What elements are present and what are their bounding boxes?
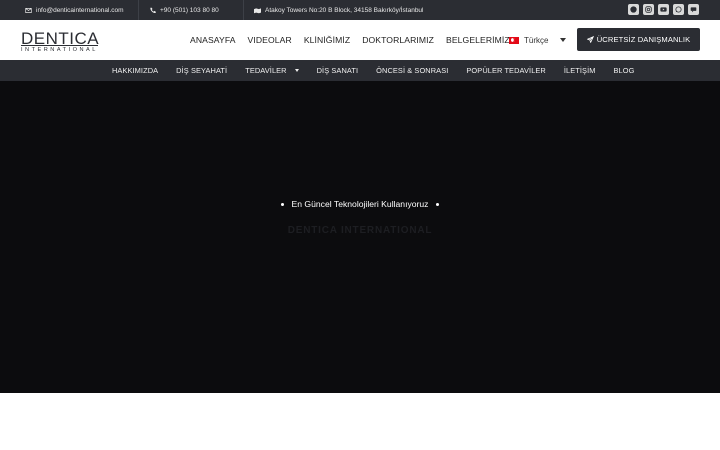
subnav-item-populer-tedaviler[interactable]: POPÜLER TEDAVİLER: [466, 66, 545, 75]
site-logo[interactable]: DENTICA INTERNATIONAL: [21, 30, 99, 53]
divider: [138, 0, 139, 20]
nav-item-videolar[interactable]: VIDEOLAR: [248, 35, 292, 45]
nav-item-anasayfa[interactable]: ANASAYFA: [190, 35, 236, 45]
language-label: Türkçe: [524, 35, 549, 45]
whatsapp-link[interactable]: [673, 4, 684, 15]
nav-item-klinigimiz[interactable]: KLİNİĞİMİZ: [304, 35, 350, 45]
free-consultation-button[interactable]: ÜCRETSİZ DANIŞMANLIK: [577, 28, 700, 51]
cta-label: ÜCRETSİZ DANIŞMANLIK: [596, 35, 691, 44]
chevron-down-icon: [560, 38, 567, 42]
chevron-down-icon: [294, 69, 299, 72]
hero-section: En Güncel Teknolojileri Kullanıyoruz DEN…: [0, 81, 720, 393]
bullet-dot: [280, 202, 284, 206]
whatsapp-icon: [675, 6, 682, 13]
hero-tagline: En Güncel Teknolojileri Kullanıyoruz: [0, 199, 720, 209]
address-text: Atakoy Towers No:20 B Block, 34158 Bakır…: [265, 6, 424, 14]
map-icon: [254, 7, 261, 13]
subnav-item-iletisim[interactable]: İLETİŞİM: [564, 66, 596, 75]
address-contact[interactable]: Atakoy Towers No:20 B Block, 34158 Bakır…: [254, 0, 424, 20]
phone-contact[interactable]: +90 (501) 103 80 80: [149, 0, 219, 20]
secondary-nav: HAKKIMIZDA DİŞ SEYAHATİ TEDAVİLER DİŞ SA…: [0, 60, 720, 81]
bullet-dot: [436, 202, 440, 206]
phone-icon: [150, 7, 156, 13]
subnav-item-blog[interactable]: BLOG: [613, 66, 634, 75]
social-links: [628, 4, 699, 15]
logo-subtitle: INTERNATIONAL: [21, 45, 98, 53]
subnav-item-oncesi-sonrasi[interactable]: ÖNCESİ & SONRASI: [376, 66, 448, 75]
top-contact-bar: info@denticainternational.com +90 (501) …: [0, 0, 720, 20]
instagram-link[interactable]: [643, 4, 654, 15]
facebook-link[interactable]: [628, 4, 639, 15]
instagram-icon: [645, 6, 652, 13]
subnav-item-hakkimizda[interactable]: HAKKIMIZDA: [112, 66, 158, 75]
youtube-link[interactable]: [658, 4, 669, 15]
facebook-icon: [630, 6, 637, 13]
send-icon: [586, 36, 594, 43]
main-nav: ANASAYFA VIDEOLAR KLİNİĞİMİZ DOKTORLARIM…: [190, 20, 510, 60]
email-text: info@denticainternational.com: [36, 6, 124, 14]
nav-item-belgelerimiz[interactable]: BELGELERİMİZ: [446, 35, 510, 45]
mail-icon: [25, 7, 32, 13]
chat-link[interactable]: [688, 4, 699, 15]
language-selector[interactable]: Türkçe: [509, 20, 567, 60]
chat-icon: [690, 7, 697, 13]
youtube-icon: [660, 7, 667, 12]
subnav-item-dis-sanati[interactable]: DİŞ SANATI: [317, 66, 359, 75]
phone-text: +90 (501) 103 80 80: [160, 6, 219, 14]
hero-faded-title: DENTICA INTERNATIONAL: [287, 225, 433, 236]
subnav-item-label: TEDAVİLER: [245, 66, 287, 75]
subnav-item-tedaviler[interactable]: TEDAVİLER: [245, 66, 299, 75]
divider: [243, 0, 244, 20]
content-area: [0, 393, 720, 450]
nav-item-doktorlarimiz[interactable]: DOKTORLARIMIZ: [362, 35, 434, 45]
hero-tagline-text: En Güncel Teknolojileri Kullanıyoruz: [291, 199, 429, 209]
turkey-flag-icon: [509, 36, 519, 44]
main-header: DENTICA INTERNATIONAL ANASAYFA VIDEOLAR …: [0, 20, 720, 60]
subnav-item-dis-seyahati[interactable]: DİŞ SEYAHATİ: [176, 66, 227, 75]
email-contact[interactable]: info@denticainternational.com: [25, 0, 124, 20]
